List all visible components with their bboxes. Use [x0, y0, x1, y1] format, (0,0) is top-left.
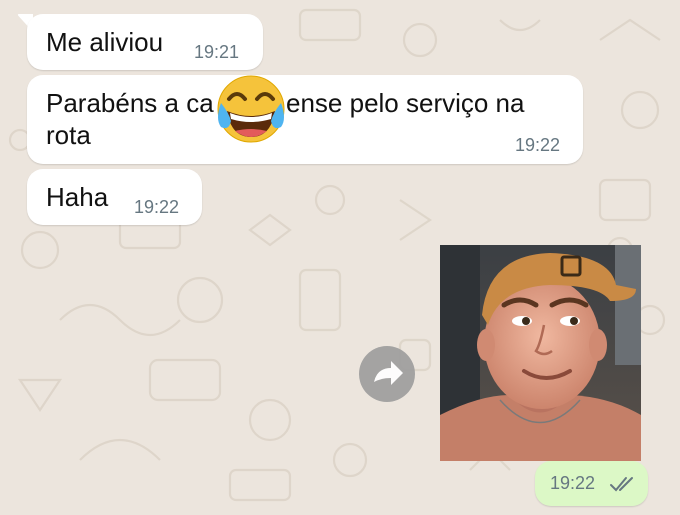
photo-image: [440, 245, 641, 461]
face-with-tears-of-joy-icon: [217, 75, 285, 143]
message-text-line2: rota: [46, 120, 91, 150]
message-bubble[interactable]: Me aliviou 19:21: [27, 14, 263, 70]
outgoing-status-bubble: 19:22: [535, 461, 648, 506]
message-time: 19:22: [134, 197, 180, 217]
forward-button[interactable]: [359, 346, 415, 402]
message-time: 19:21: [194, 42, 240, 62]
message-time: 19:22: [515, 135, 561, 155]
share-arrow-icon: [374, 361, 403, 385]
message-text-line1-end: ense pelo serviço na: [286, 88, 525, 118]
photo-message[interactable]: [440, 245, 641, 461]
message-text: Me aliviou: [46, 27, 164, 57]
double-check-icon: [610, 477, 633, 492]
message-time: 19:22: [550, 473, 596, 493]
message-bubble[interactable]: Parabéns a ca ense pelo serviço na rota …: [27, 75, 583, 164]
message-bubble[interactable]: Haha 19:22: [27, 169, 202, 225]
message-text: Haha: [46, 182, 109, 212]
message-text-line1-start: Parabéns a ca: [46, 88, 214, 118]
